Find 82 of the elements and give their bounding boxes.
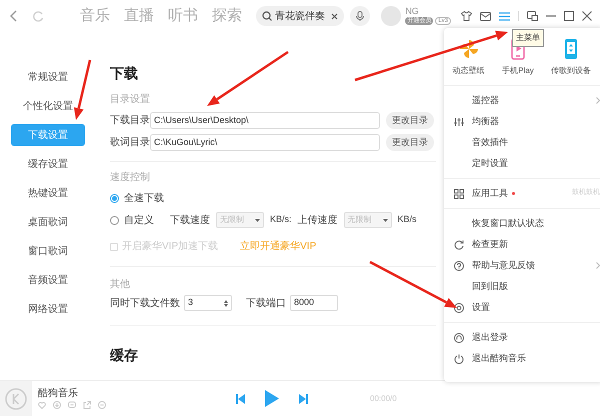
sidebar-item[interactable]: 桌面歌词 — [11, 211, 85, 233]
close-icon[interactable] — [582, 11, 592, 21]
download-icon[interactable] — [53, 400, 61, 408]
section-title: 下载 — [110, 66, 138, 80]
power-icon — [454, 354, 464, 364]
menu-item[interactable]: 均衡器 — [444, 111, 600, 132]
annotation-arrow — [74, 60, 92, 120]
settings-icon — [454, 302, 464, 312]
path-field[interactable]: C:\Users\User\Desktop\ — [150, 112, 380, 129]
radio-button[interactable] — [110, 216, 119, 224]
group-heading: 其他 — [110, 278, 130, 292]
voice-search-button[interactable] — [350, 6, 370, 26]
sidebar-item[interactable]: 个性化设置 — [11, 95, 85, 117]
caret-icon — [382, 218, 388, 222]
menu-icon[interactable] — [499, 12, 510, 20]
section-title: 缓存 — [110, 348, 138, 362]
menu-tile-label[interactable]: 手机Play — [502, 65, 534, 77]
path-field[interactable]: C:\KuGou\Lyric\ — [150, 134, 380, 151]
group-heading: 速度控制 — [110, 170, 150, 185]
sidebar-item[interactable]: 网络设置 — [11, 298, 85, 320]
radio-label: 全速下载 — [124, 192, 164, 206]
menu-item[interactable]: 退出登录 — [444, 327, 600, 348]
menu-tile-label[interactable]: 动态壁纸 — [452, 65, 485, 77]
menu-item[interactable]: 退出酷狗音乐 — [444, 348, 600, 369]
field-label: 下载速度 — [170, 214, 210, 228]
group-heading: 目录设置 — [110, 92, 150, 107]
unit-label: KB/s: — [270, 213, 292, 226]
mini-mode-icon[interactable] — [527, 11, 538, 21]
field-label: 下载端口 — [246, 296, 286, 310]
menu-item[interactable]: 遥控器 — [444, 90, 600, 111]
unit-label: KB/s — [398, 213, 417, 226]
maximize-icon[interactable] — [564, 11, 574, 21]
spinner-arrows-icon — [224, 300, 228, 306]
sidebar-item[interactable]: 常规设置 — [11, 66, 85, 88]
search-field[interactable]: 青花瓷伴奏 — [256, 6, 344, 26]
menu-item[interactable]: 检查更新 — [444, 234, 600, 255]
number-spinner[interactable]: 3 — [184, 295, 232, 311]
field-label: 下载目录 — [110, 114, 150, 128]
song-title: 酷狗音乐 — [38, 388, 79, 398]
sidebar-item[interactable]: 音频设置 — [11, 269, 85, 291]
minimize-icon[interactable] — [546, 15, 556, 17]
logo-icon — [5, 388, 27, 410]
heart-icon[interactable] — [38, 400, 46, 408]
refresh-icon — [454, 240, 464, 250]
change-directory-button[interactable]: 更改目录 — [386, 112, 434, 129]
help-icon — [454, 260, 464, 270]
menu-item[interactable]: 设置 — [444, 297, 600, 318]
menu-item[interactable]: 恢复窗口默认状态 — [444, 213, 600, 234]
port-field[interactable]: 8000 — [290, 295, 338, 311]
more-icon[interactable] — [98, 400, 106, 408]
headphones-icon — [454, 332, 464, 342]
play-icon[interactable] — [265, 390, 279, 407]
radio-label: 自定义 — [124, 214, 154, 228]
field-label: 上传速度 — [298, 214, 338, 228]
next-icon[interactable] — [299, 394, 308, 404]
sidebar-item[interactable]: 热键设置 — [11, 182, 85, 204]
tooltip: 主菜单 — [512, 29, 544, 47]
share-icon[interactable] — [83, 400, 91, 408]
caret-icon — [255, 218, 260, 222]
menu-item[interactable]: 回到旧版 — [444, 276, 600, 297]
sidebar-item[interactable]: 缓存设置 — [11, 153, 85, 175]
mail-icon[interactable] — [480, 12, 491, 20]
shirt-icon[interactable] — [461, 11, 472, 21]
pinwheel-icon[interactable] — [458, 38, 480, 60]
menu-item[interactable]: 帮助与意见反馈 — [444, 255, 600, 276]
previous-icon[interactable] — [236, 394, 245, 404]
radio-button[interactable] — [110, 194, 119, 203]
back-icon[interactable] — [10, 10, 18, 22]
field-label: 同时下载文件数 — [110, 296, 180, 310]
clear-icon[interactable] — [331, 12, 338, 20]
field-label: 歌词目录 — [110, 136, 150, 150]
refresh-icon[interactable] — [32, 10, 44, 22]
search-icon — [262, 11, 272, 21]
comment-icon[interactable] — [68, 400, 76, 408]
sidebar-item[interactable]: 窗口歌词 — [11, 240, 85, 262]
menu-tile-label[interactable]: 传歌到设备 — [551, 65, 592, 77]
menu-item[interactable]: 音效插件 — [444, 132, 600, 153]
apps-icon — [454, 188, 464, 198]
change-directory-button[interactable]: 更改目录 — [386, 134, 434, 151]
menu-item[interactable]: 定时设置 — [444, 153, 600, 174]
equalizer-icon — [454, 116, 464, 126]
microphone-icon — [356, 11, 364, 21]
